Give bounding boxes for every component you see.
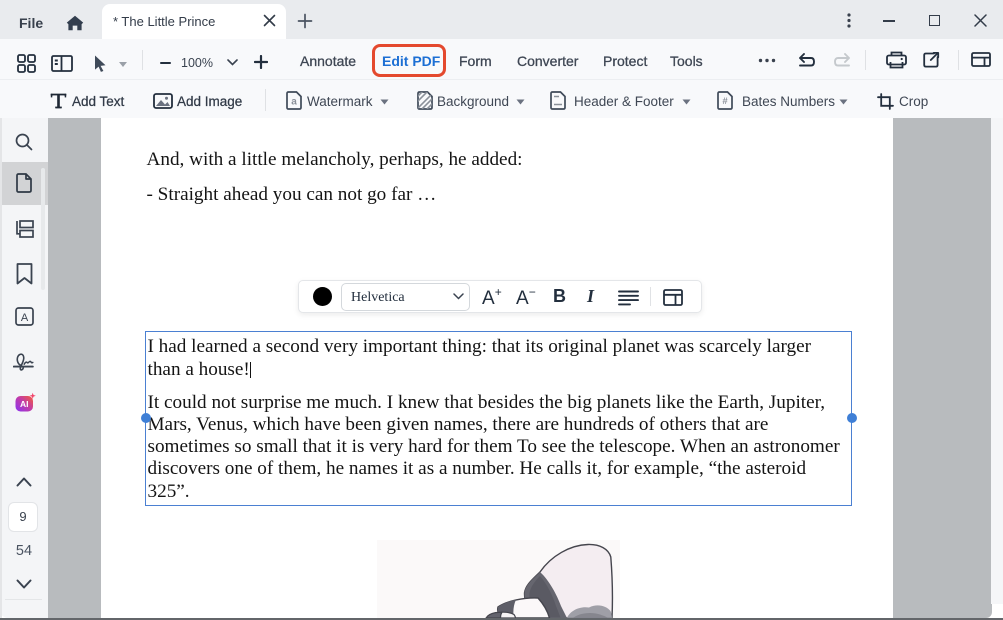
- svg-text:AI: AI: [20, 399, 29, 409]
- svg-text:A: A: [21, 312, 29, 324]
- svg-text:a: a: [291, 97, 297, 108]
- svg-text:#: #: [722, 96, 728, 107]
